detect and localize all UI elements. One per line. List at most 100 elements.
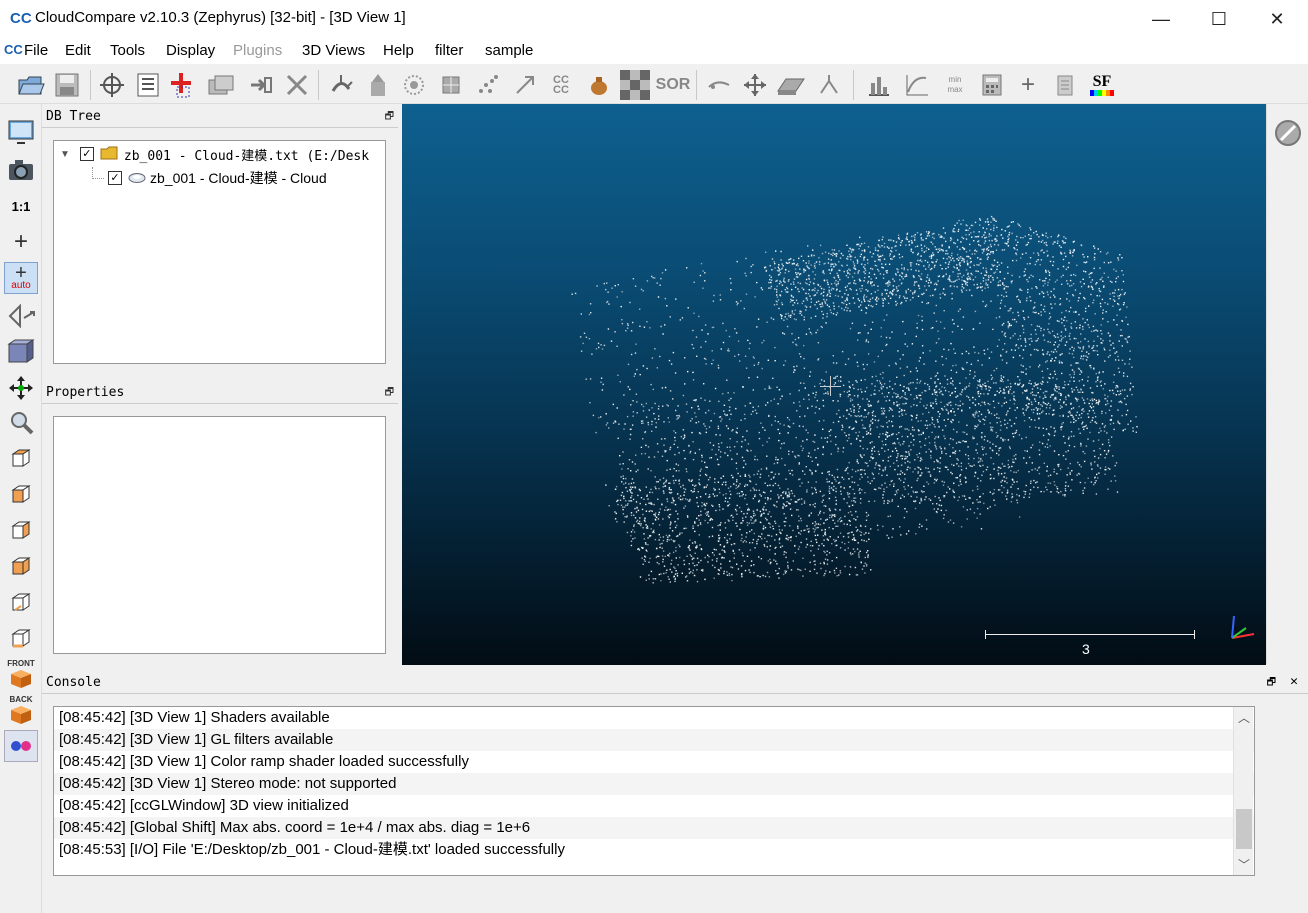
sor-icon[interactable]: SOR xyxy=(656,70,691,100)
minmax-label-max: max xyxy=(947,85,963,94)
toolbar-separator xyxy=(696,70,697,100)
console-line: [08:45:53] [I/O] File 'E:/Desktop/zb_001… xyxy=(59,841,565,858)
density-icon[interactable] xyxy=(436,70,466,100)
zoom-1-to-1-icon[interactable]: 1:1 xyxy=(4,190,38,222)
scroll-down-icon[interactable]: ﹀ xyxy=(1238,856,1250,873)
menu-edit[interactable]: Edit xyxy=(65,42,91,59)
menu-display[interactable]: Display xyxy=(166,42,215,59)
pivot-crosshair-horizontal xyxy=(820,386,841,387)
iso-front-label: FRONT xyxy=(7,659,35,668)
db-tree: ▼ ✓ zb_001 - Cloud-建模.txt (E:/Desk ✓ zb_… xyxy=(53,140,386,364)
save-icon[interactable] xyxy=(52,70,82,100)
main-toolbar: CC CC SOR min max + SF xyxy=(0,64,1308,104)
tree-item-label: zb_001 - Cloud-建模.txt (E:/Desk xyxy=(123,148,370,164)
point-cloud xyxy=(571,215,1138,584)
measure-icon[interactable] xyxy=(814,70,844,100)
db-tree-title: DB Tree xyxy=(46,109,101,124)
registration-icon[interactable] xyxy=(510,70,540,100)
fullscreen-icon[interactable] xyxy=(4,116,38,148)
close-button[interactable]: ✕ xyxy=(1248,0,1306,38)
3d-view[interactable]: 3 xyxy=(402,104,1266,665)
view-left-icon[interactable] xyxy=(4,514,38,546)
plus-icon[interactable]: + xyxy=(1013,70,1043,100)
camera-icon[interactable] xyxy=(4,154,38,186)
tree-item-checkbox[interactable]: ✓ xyxy=(108,171,122,185)
scale-bar-label: 3 xyxy=(1082,641,1090,657)
menu-help[interactable]: Help xyxy=(383,42,414,59)
clipboard-icon[interactable] xyxy=(1050,70,1080,100)
translate-rotate-icon[interactable] xyxy=(740,70,770,100)
tree-item-file[interactable]: ▼ ✓ zb_001 - Cloud-建模.txt (E:/Desk xyxy=(54,142,385,166)
view-front-icon[interactable] xyxy=(4,478,38,510)
scale-bar-tick-right xyxy=(1194,630,1195,639)
float-panel-icon[interactable]: 🗗 xyxy=(385,385,394,402)
auto-pivot-label: auto xyxy=(11,280,31,291)
delete-icon[interactable] xyxy=(282,70,312,100)
console-title: Console xyxy=(46,675,101,690)
menu-sample[interactable]: sample xyxy=(485,42,533,59)
cross-section-icon[interactable] xyxy=(363,70,393,100)
menu-tools[interactable]: Tools xyxy=(110,42,145,59)
console-line: [08:45:42] [Global Shift] Max abs. coord… xyxy=(54,817,1254,839)
folder-icon xyxy=(100,146,118,163)
console-scrollbar[interactable]: ︿ ﹀ xyxy=(1233,707,1253,875)
pick-rotation-center-icon[interactable] xyxy=(97,70,127,100)
view-iso-front-icon[interactable]: FRONT xyxy=(4,658,38,690)
menu-filter[interactable]: filter xyxy=(435,42,463,59)
view-back-icon[interactable] xyxy=(4,550,38,582)
auto-pivot-icon[interactable]: + auto xyxy=(4,262,38,294)
scale-bar-tick-left xyxy=(985,630,986,639)
histogram-icon[interactable] xyxy=(864,70,894,100)
scale-bar xyxy=(985,634,1195,635)
clone-icon[interactable] xyxy=(206,70,236,100)
calculator-icon[interactable] xyxy=(977,70,1007,100)
cc-icon[interactable]: CC CC xyxy=(546,70,576,100)
properties-header: Properties 🗗 xyxy=(42,382,398,404)
console-lines: [08:45:42] [3D View 1] Shaders available… xyxy=(54,707,1254,861)
curve-icon[interactable] xyxy=(902,70,932,100)
menu-plugins[interactable]: Plugins xyxy=(233,42,282,59)
tree-item-cloud[interactable]: ✓ zb_001 - Cloud-建模 - Cloud xyxy=(54,166,385,190)
menu-3d-views[interactable]: 3D Views xyxy=(302,42,365,59)
tree-item-checkbox[interactable]: ✓ xyxy=(79,147,94,161)
move-icon[interactable] xyxy=(4,372,38,404)
toolbar-separator xyxy=(318,70,319,100)
list-icon[interactable] xyxy=(133,70,163,100)
subsample-icon[interactable] xyxy=(399,70,429,100)
iso-back-label: BACK xyxy=(9,695,33,704)
scroll-up-icon[interactable]: ︿ xyxy=(1238,709,1250,726)
window-title: CloudCompare v2.10.3 (Zephyrus) [32-bit]… xyxy=(35,9,406,26)
scalar-field-icon[interactable]: SF xyxy=(1087,70,1117,100)
close-plugin-icon[interactable] xyxy=(1273,118,1303,148)
noise-icon[interactable] xyxy=(473,70,503,100)
normals-icon[interactable] xyxy=(326,70,356,100)
db-tree-header: DB Tree 🗗 xyxy=(42,106,398,128)
segment-icon[interactable] xyxy=(704,70,734,100)
perspective-icon[interactable] xyxy=(4,300,38,332)
collapse-arrow-icon[interactable]: ▼ xyxy=(60,149,70,160)
pot-icon[interactable] xyxy=(584,70,614,100)
crosshair-icon[interactable]: + xyxy=(4,226,38,258)
properties-panel xyxy=(53,416,386,654)
float-panel-icon[interactable]: 🗗 xyxy=(1267,675,1276,692)
app-menu-icon[interactable]: CC xyxy=(4,42,23,57)
view-iso-back-icon[interactable]: BACK xyxy=(4,694,38,726)
menu-file[interactable]: File xyxy=(24,42,48,59)
maximize-button[interactable]: ☐ xyxy=(1190,0,1248,38)
close-panel-icon[interactable]: ✕ xyxy=(1290,674,1298,689)
view-right-icon[interactable] xyxy=(4,586,38,618)
view-top-icon[interactable] xyxy=(4,442,38,474)
checkerboard-icon[interactable] xyxy=(620,70,650,100)
stereo-icon[interactable] xyxy=(4,730,38,762)
merge-icon[interactable] xyxy=(246,70,276,100)
view-bottom-icon[interactable] xyxy=(4,622,38,654)
add-point-icon[interactable] xyxy=(166,70,196,100)
light-icon[interactable] xyxy=(4,336,38,368)
plane-icon[interactable] xyxy=(776,70,806,100)
open-icon[interactable] xyxy=(16,70,46,100)
float-panel-icon[interactable]: 🗗 xyxy=(385,109,394,126)
zoom-icon[interactable] xyxy=(4,406,38,438)
minimize-button[interactable]: — xyxy=(1132,0,1190,38)
scroll-thumb[interactable] xyxy=(1236,809,1252,849)
minmax-icon[interactable]: min max xyxy=(940,70,970,100)
